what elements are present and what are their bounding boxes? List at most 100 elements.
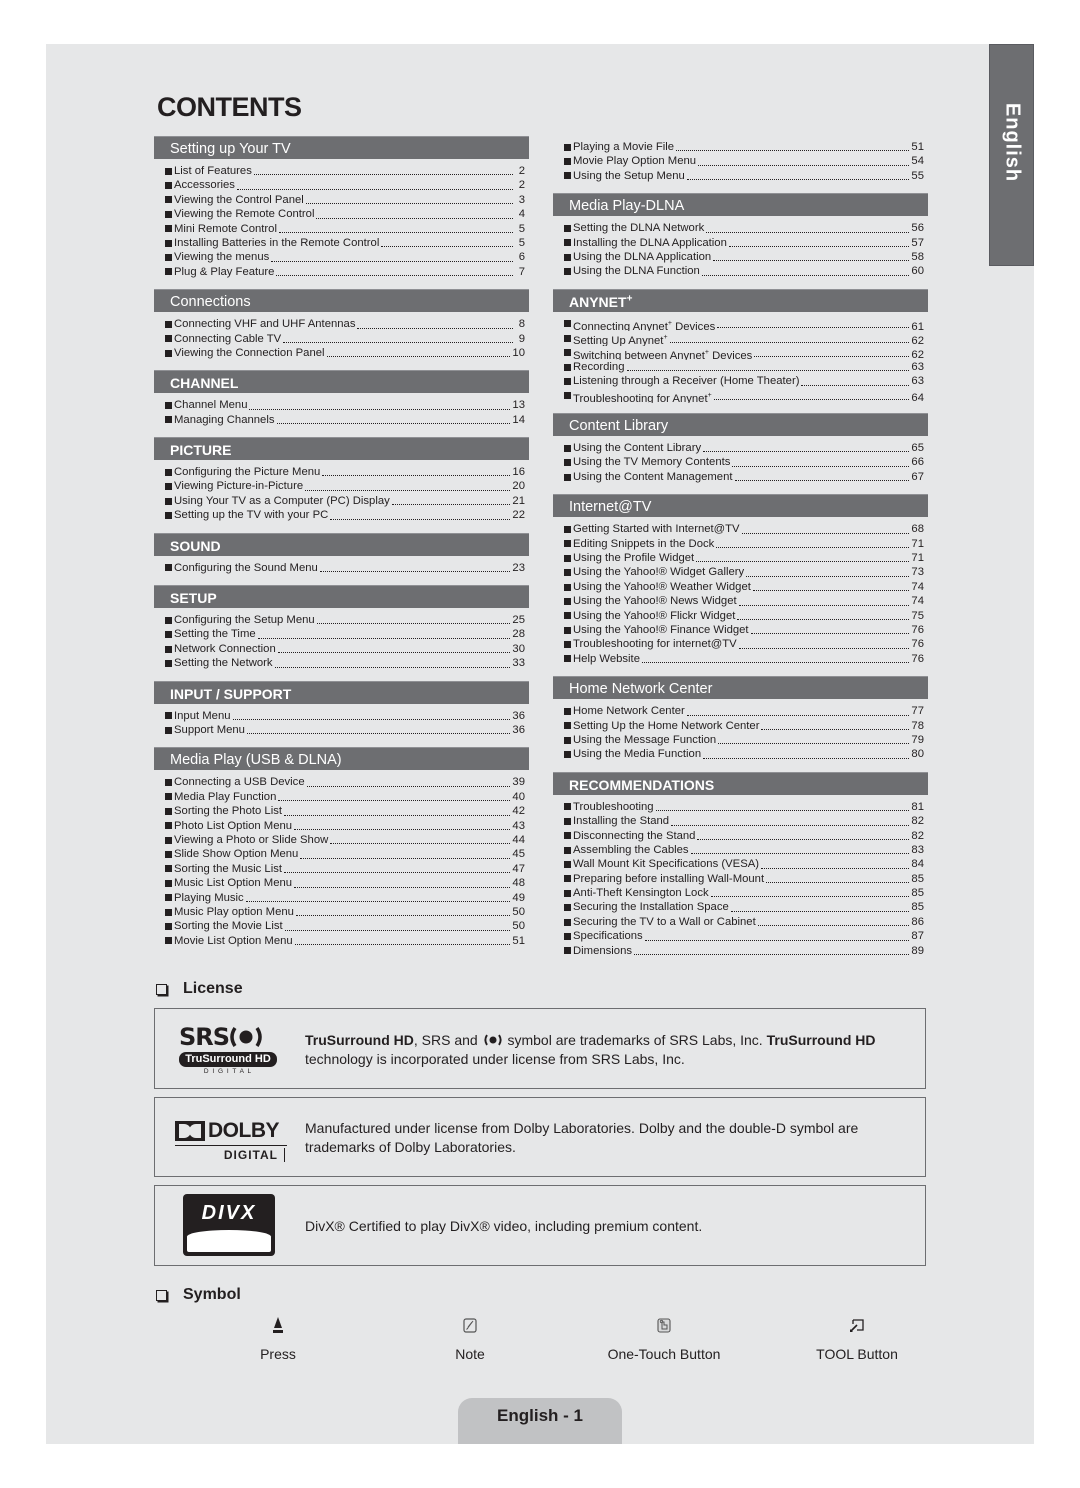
- toc-entry[interactable]: Dimensions 89: [564, 944, 924, 958]
- toc-entry[interactable]: Using Your TV as a Computer (PC) Display…: [165, 494, 525, 508]
- toc-entry[interactable]: Network Connection 30: [165, 642, 525, 656]
- toc-entry-page: 6: [518, 251, 525, 264]
- toc-entry[interactable]: Installing Batteries in the Remote Contr…: [165, 236, 525, 250]
- toc-entry[interactable]: Setting up the TV with your PC 22: [165, 508, 525, 522]
- toc-entry[interactable]: Plug & Play Feature 7: [165, 265, 525, 279]
- toc-entry[interactable]: Using the DLNA Function 60: [564, 264, 924, 278]
- toc-entry[interactable]: Managing Channels 14: [165, 413, 525, 427]
- toc-entry[interactable]: Viewing the Control Panel 3: [165, 193, 525, 207]
- square-bullet-icon: [165, 564, 172, 572]
- toc-entry[interactable]: Sorting the Music List 47: [165, 862, 525, 876]
- toc-entry[interactable]: Troubleshooting 81: [564, 800, 924, 814]
- toc-entry-page: 58: [911, 250, 924, 263]
- toc-entry[interactable]: Using the Message Function 79: [564, 733, 924, 747]
- toc-entry[interactable]: Setting the Time 28: [165, 627, 525, 641]
- toc-entry[interactable]: Viewing Picture-in-Picture 20: [165, 479, 525, 493]
- toc-entry[interactable]: Securing the TV to a Wall or Cabinet 86: [564, 915, 924, 929]
- toc-entry[interactable]: Getting Started with Internet@TV 68: [564, 522, 924, 536]
- toc-entry[interactable]: Using the Yahoo!® Widget Gallery 73: [564, 565, 924, 579]
- toc-entry[interactable]: Connecting a USB Device 39: [165, 775, 525, 789]
- toc-entry-page: 5: [518, 222, 525, 235]
- toc-entry[interactable]: Using the Yahoo!® Finance Widget 76: [564, 623, 924, 637]
- toc-entry[interactable]: Viewing the menus 6: [165, 250, 525, 264]
- toc-entry[interactable]: Slide Show Option Menu 45: [165, 847, 525, 861]
- toc-entry[interactable]: Assembling the Cables 83: [564, 843, 924, 857]
- toc-entry[interactable]: Installing the DLNA Application 57: [564, 236, 924, 250]
- toc-entry[interactable]: Channel Menu 13: [165, 398, 525, 412]
- toc-entry[interactable]: Listening through a Receiver (Home Theat…: [564, 374, 924, 388]
- toc-entry[interactable]: Viewing the Remote Control 4: [165, 207, 525, 221]
- toc-entry[interactable]: Disconnecting the Stand 82: [564, 829, 924, 843]
- toc-entry-page: 9: [518, 332, 525, 345]
- toc-entry[interactable]: Music List Option Menu 48: [165, 876, 525, 890]
- toc-entry-label: Help Website: [573, 652, 640, 665]
- toc-entry[interactable]: Photo List Option Menu 43: [165, 819, 525, 833]
- toc-entry[interactable]: Configuring the Setup Menu 25: [165, 613, 525, 627]
- toc-entry[interactable]: Configuring the Sound Menu 23: [165, 561, 525, 575]
- toc-entry[interactable]: Setting the DLNA Network 56: [564, 221, 924, 235]
- dot-leader: [294, 886, 511, 888]
- section-heading: Media Play (USB & DLNA): [154, 747, 529, 771]
- toc-entry[interactable]: Troubleshooting for internet@TV 76: [564, 637, 924, 651]
- toc-entry[interactable]: Troubleshooting for Anynet+ 64: [564, 389, 924, 403]
- toc-entry[interactable]: Wall Mount Kit Specifications (VESA) 84: [564, 857, 924, 871]
- toc-entry[interactable]: Setting the Network 33: [165, 656, 525, 670]
- toc-entry[interactable]: Help Website 76: [564, 652, 924, 666]
- toc-entry[interactable]: Using the Media Function 80: [564, 747, 924, 761]
- toc-entry[interactable]: Music Play option Menu 50: [165, 905, 525, 919]
- toc-entry[interactable]: Mini Remote Control 5: [165, 222, 525, 236]
- toc-entry[interactable]: Setting Up Anynet+ 62: [564, 331, 924, 346]
- toc-entry[interactable]: Using the Content Management 67: [564, 470, 924, 484]
- toc-entry[interactable]: Preparing before installing Wall-Mount 85: [564, 872, 924, 886]
- dot-leader: [278, 799, 511, 802]
- toc-entry[interactable]: Movie List Option Menu 51: [165, 934, 525, 948]
- toc-entry[interactable]: Support Menu 36: [165, 723, 525, 737]
- toc-entry[interactable]: List of Features 2: [165, 164, 525, 178]
- dot-leader: [669, 341, 910, 343]
- toc-entry[interactable]: Accessories 2: [165, 178, 525, 192]
- toc-section-anynet: ANYNET+ Connecting Anynet+ Devices 61 Setti…: [553, 288, 928, 413]
- dot-leader: [294, 943, 511, 946]
- dot-leader: [738, 604, 910, 606]
- toc-entry[interactable]: Viewing the Connection Panel 10: [165, 346, 525, 360]
- toc-entry[interactable]: Home Network Center 77: [564, 704, 924, 718]
- dot-leader: [676, 149, 910, 152]
- symbol-note: Note: [390, 1316, 550, 1362]
- toc-entry[interactable]: Using the DLNA Application 58: [564, 250, 924, 264]
- toc-entry-page: 42: [512, 805, 525, 818]
- toc-entry[interactable]: Media Play Function 40: [165, 790, 525, 804]
- toc-entry[interactable]: Connecting Cable TV 9: [165, 332, 525, 346]
- toc-entry[interactable]: Connecting Anynet+ Devices 61: [564, 317, 924, 331]
- toc-entry[interactable]: Playing a Movie File 51: [564, 140, 924, 154]
- toc-entry[interactable]: Using the Yahoo!® Weather Widget 74: [564, 580, 924, 594]
- toc-entry[interactable]: Configuring the Picture Menu 16: [165, 465, 525, 479]
- toc-entry[interactable]: Using the Content Library 65: [564, 441, 924, 455]
- toc-entry-page: 80: [911, 748, 924, 761]
- toc-entry[interactable]: Playing Music 49: [165, 891, 525, 905]
- square-bullet-icon: [165, 349, 172, 357]
- toc-entry[interactable]: Setting Up the Home Network Center 78: [564, 719, 924, 733]
- toc-entry[interactable]: Securing the Installation Space 85: [564, 900, 924, 914]
- toc-entry-page: 86: [911, 915, 924, 928]
- toc-entry[interactable]: Sorting the Movie List 50: [165, 919, 525, 933]
- toc-entry[interactable]: Using the Setup Menu 55: [564, 169, 924, 183]
- toc-entry-page: 49: [512, 891, 525, 904]
- toc-entry[interactable]: Editing Snippets in the Dock 71: [564, 537, 924, 551]
- toc-entry[interactable]: Input Menu 36: [165, 709, 525, 723]
- toc-entry[interactable]: Connecting VHF and UHF Antennas 8: [165, 317, 525, 331]
- toc-entry[interactable]: Using the Yahoo!® News Widget 74: [564, 594, 924, 608]
- toc-entry[interactable]: Specifications 87: [564, 929, 924, 943]
- toc-entry[interactable]: Anti-Theft Kensington Lock 85: [564, 886, 924, 900]
- toc-entry[interactable]: Using the Profile Widget 71: [564, 551, 924, 565]
- toc-entry[interactable]: Viewing a Photo or Slide Show 44: [165, 833, 525, 847]
- toc-entry-page: 2: [518, 179, 525, 192]
- toc-entry-page: 22: [512, 509, 525, 522]
- toc-entry[interactable]: Sorting the Photo List 42: [165, 804, 525, 818]
- section-heading: Connections: [154, 289, 529, 313]
- toc-entry[interactable]: Recording 63: [564, 360, 924, 374]
- toc-entry[interactable]: Using the Yahoo!® Flickr Widget 75: [564, 609, 924, 623]
- toc-entry[interactable]: Switching between Anynet+ Devices 62: [564, 346, 924, 360]
- toc-entry[interactable]: Installing the Stand 82: [564, 814, 924, 828]
- toc-entry[interactable]: Movie Play Option Menu 54: [564, 154, 924, 168]
- toc-entry[interactable]: Using the TV Memory Contents 66: [564, 455, 924, 469]
